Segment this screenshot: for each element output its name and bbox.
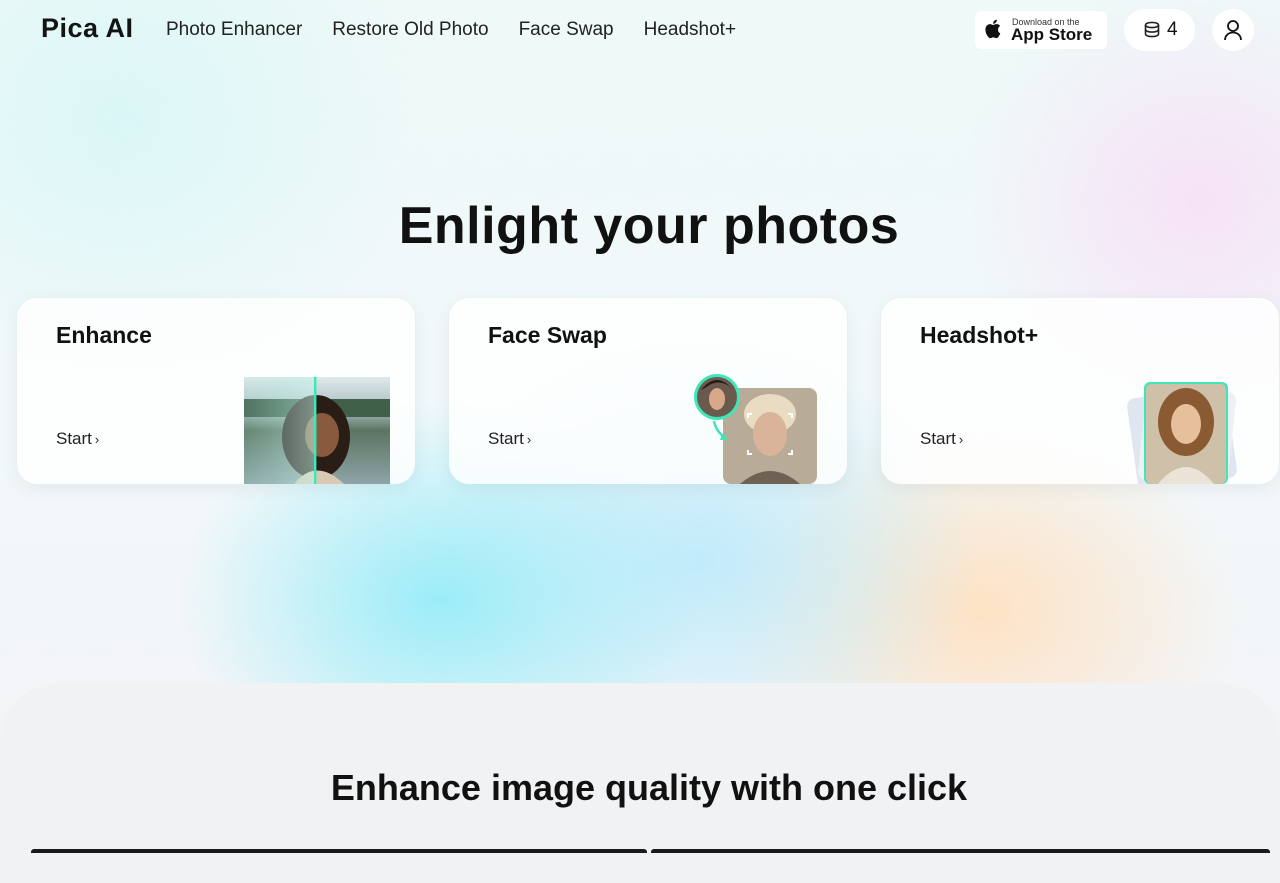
nav-link-headshot[interactable]: Headshot+ [644,19,736,41]
app-store-button[interactable]: Download on the App Store [975,11,1107,49]
user-icon [1224,20,1242,41]
face-swap-card[interactable]: Face Swap Start › [449,298,847,484]
comparison-image-left [31,849,647,853]
nav-link-photo-enhancer[interactable]: Photo Enhancer [166,19,302,41]
headshot-preview-image [1127,382,1237,484]
apple-icon [985,19,1001,39]
logo[interactable]: Pica AI [41,13,134,44]
headshot-card[interactable]: Headshot+ Start › [881,298,1279,484]
enhance-preview-image [244,377,390,484]
card-title: Headshot+ [920,322,1039,348]
app-store-big-text: App Store [1011,25,1093,44]
card-title: Face Swap [488,322,607,348]
section-title: Enhance image quality with one click [330,767,968,808]
face-swap-preview-image [694,374,817,484]
chevron-right-icon: › [526,432,532,447]
top-nav: Pica AI Photo Enhancer Restore Old Photo… [0,0,1280,62]
card-title: Enhance [56,322,152,348]
start-link[interactable]: Start › [56,429,99,449]
credits-count: 4 [1167,19,1178,40]
credits-badge[interactable]: 4 [1124,9,1195,51]
start-link[interactable]: Start › [920,429,963,449]
nav-link-face-swap[interactable]: Face Swap [519,19,614,41]
enhance-card[interactable]: Enhance Start › [17,298,415,484]
comparison-image-right [651,849,1270,853]
hero-title: Enlight your photos [398,197,900,255]
nav-links: Photo Enhancer Restore Old Photo Face Sw… [166,19,736,41]
nav-link-restore-old-photo[interactable]: Restore Old Photo [332,19,488,41]
chevron-right-icon: › [94,432,100,447]
start-link[interactable]: Start › [488,429,531,449]
chevron-right-icon: › [958,432,964,447]
coin-stack-icon [1144,21,1160,38]
user-button[interactable] [1212,9,1254,51]
